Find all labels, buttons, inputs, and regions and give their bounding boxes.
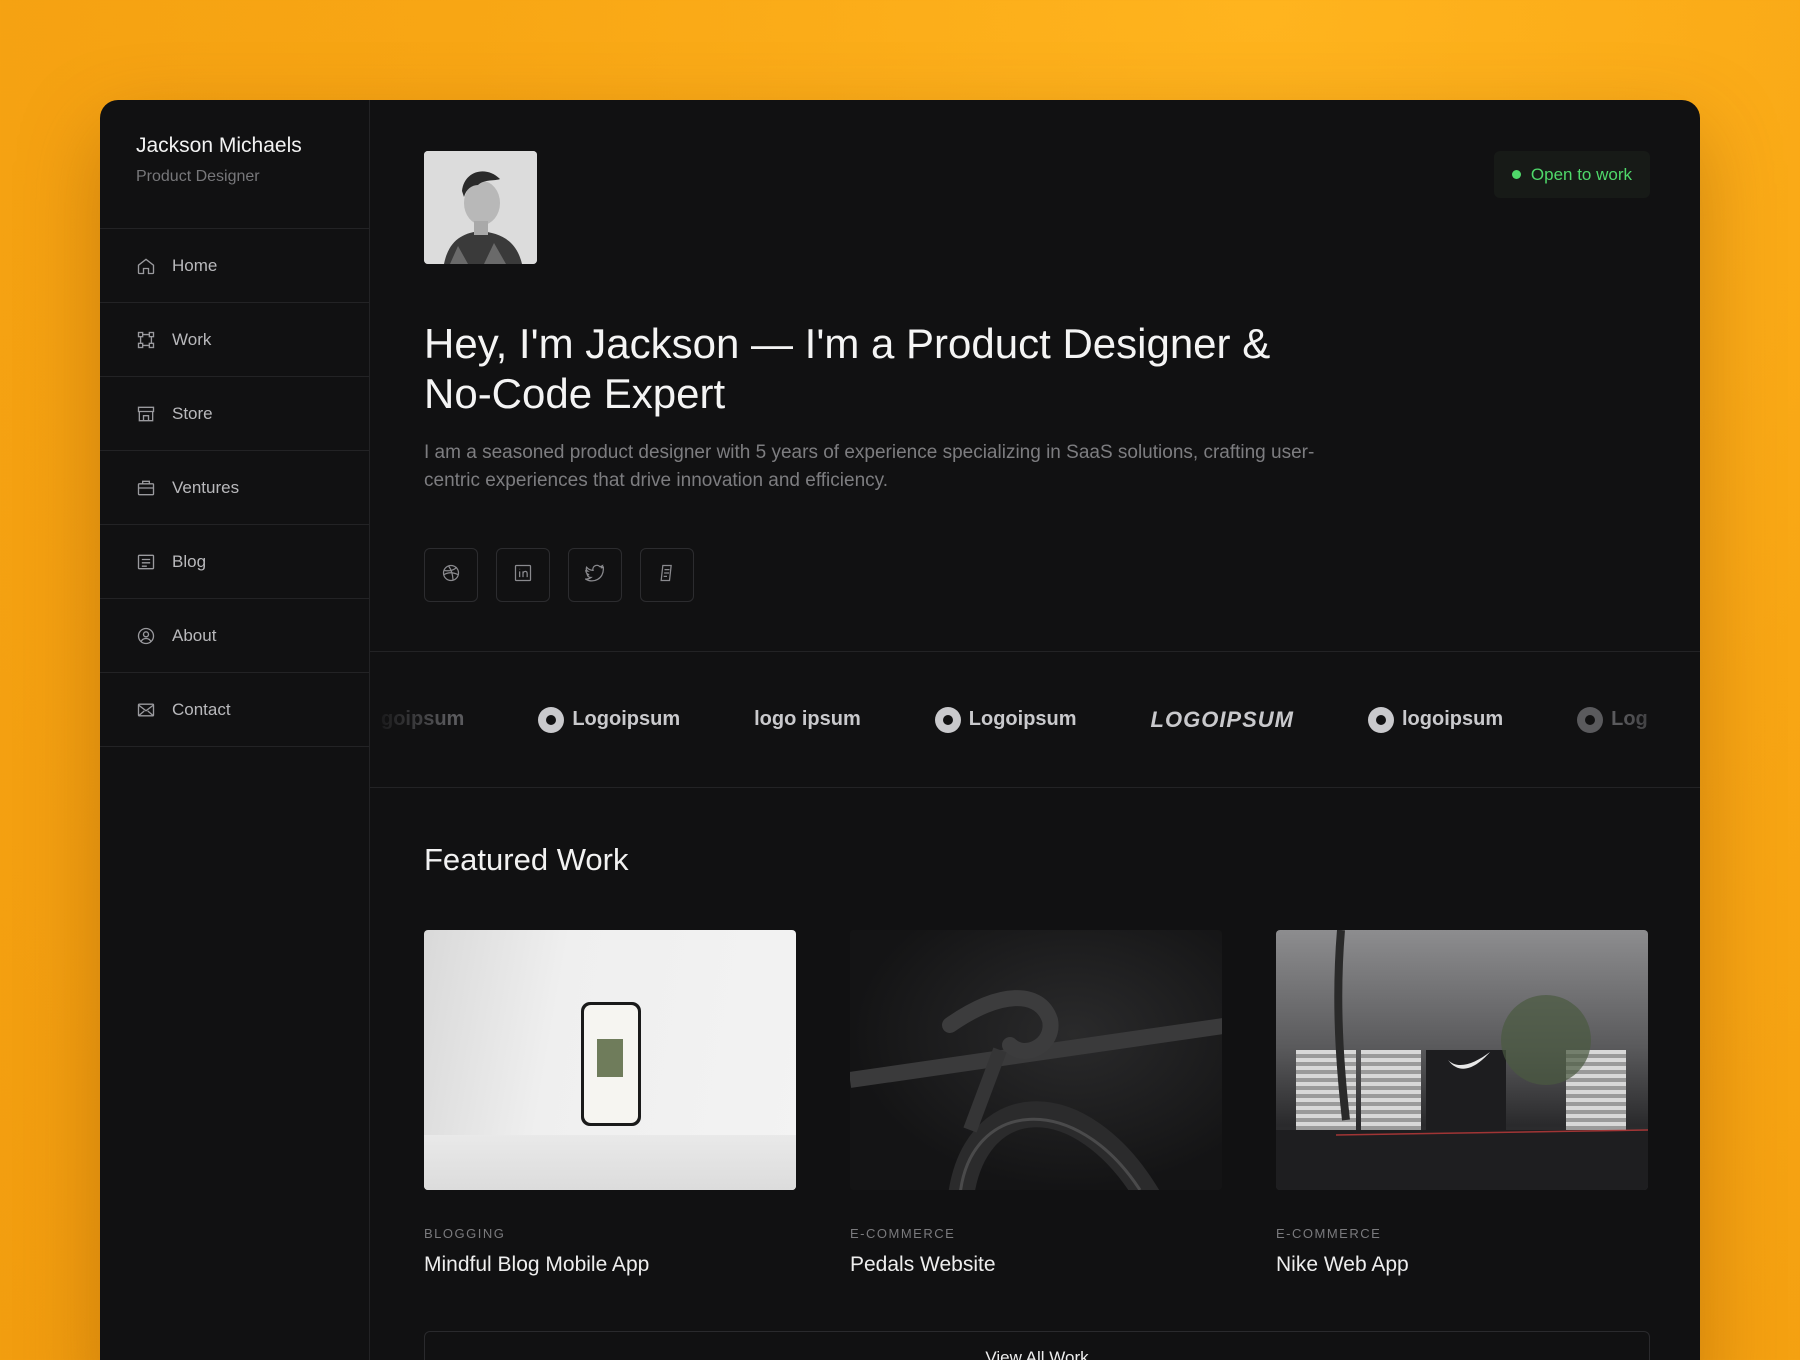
store-icon — [136, 404, 156, 424]
storefront-image — [1276, 930, 1648, 1190]
logo-mark-icon — [1577, 706, 1604, 733]
status-badge: Open to work — [1493, 151, 1650, 198]
client-logo: logo ipsum — [754, 708, 861, 730]
intro-text: I am a seasoned product designer with 5 … — [424, 442, 1315, 491]
sidebar-item-label: Store — [172, 403, 213, 423]
hero-section: Open to work Hey, I'm Jackson — I'm a Pr… — [370, 100, 1700, 652]
featured-work-section: Featured Work BLOGGING Mindful Blog Mobi… — [370, 788, 1700, 1277]
sidebar-item-label: Ventures — [172, 477, 240, 497]
social-links — [424, 548, 1650, 602]
phone-mockup — [581, 1002, 641, 1126]
sidebar-item-label: Work — [172, 329, 212, 349]
linkedin-icon — [513, 563, 533, 588]
client-logos: goipsum Logoipsum logo ipsum Logoipsum L… — [370, 652, 1700, 788]
home-icon — [136, 256, 156, 276]
blog-icon — [136, 552, 156, 572]
work-cards: BLOGGING Mindful Blog Mobile App E-COMME… — [424, 930, 1650, 1277]
status-text: Open to work — [1530, 164, 1632, 184]
briefcase-icon — [136, 478, 156, 498]
logo-strip: goipsum Logoipsum logo ipsum Logoipsum L… — [381, 706, 1700, 733]
bicycle-image — [850, 990, 1222, 1190]
client-logo: LOGOIPSUM — [1150, 706, 1294, 732]
view-all-work-button[interactable]: View All Work — [424, 1331, 1650, 1360]
sidebar-item-label: Blog — [172, 551, 207, 571]
read-cv-icon — [657, 563, 677, 588]
client-logo: Log — [1577, 706, 1648, 733]
sidebar-item-about[interactable]: About — [100, 599, 369, 673]
sidebar: Jackson Michaels Product Designer Home W… — [100, 100, 370, 1360]
twitter-link[interactable] — [568, 548, 622, 602]
portfolio-window: Jackson Michaels Product Designer Home W… — [100, 100, 1700, 1360]
sidebar-item-home[interactable]: Home — [100, 229, 369, 303]
main-content: Open to work Hey, I'm Jackson — I'm a Pr… — [370, 100, 1700, 1360]
sidebar-item-ventures[interactable]: Ventures — [100, 451, 369, 525]
work-category: BLOGGING — [424, 1226, 506, 1241]
client-logo: Logoipsum — [934, 706, 1077, 733]
section-title: Featured Work — [424, 842, 629, 877]
linkedin-link[interactable] — [496, 548, 550, 602]
sidebar-item-label: About — [172, 625, 217, 645]
status-dot-icon — [1511, 170, 1521, 179]
twitter-icon — [583, 563, 605, 588]
client-logo: goipsum — [381, 708, 465, 730]
work-card-nike[interactable]: E-COMMERCE Nike Web App — [1276, 930, 1648, 1277]
sidebar-item-blog[interactable]: Blog — [100, 525, 369, 599]
dribbble-link[interactable] — [424, 548, 478, 602]
work-title: Nike Web App — [1276, 1253, 1409, 1276]
sidebar-item-store[interactable]: Store — [100, 377, 369, 451]
avatar — [424, 151, 537, 264]
sidebar-item-work[interactable]: Work — [100, 303, 369, 377]
work-thumbnail — [850, 930, 1222, 1190]
brand-role: Product Designer — [136, 168, 260, 185]
sidebar-item-label: Contact — [172, 699, 231, 719]
brand: Jackson Michaels Product Designer — [100, 100, 369, 229]
work-category: E-COMMERCE — [1276, 1226, 1382, 1241]
brand-name: Jackson Michaels — [136, 134, 302, 157]
work-title: Mindful Blog Mobile App — [424, 1253, 650, 1276]
dribbble-icon — [441, 563, 461, 588]
work-title: Pedals Website — [850, 1253, 996, 1276]
work-icon — [136, 330, 156, 350]
mail-icon — [136, 700, 156, 720]
client-logo: Logoipsum — [538, 706, 680, 733]
work-thumbnail — [1276, 930, 1648, 1190]
logo-mark-icon — [1368, 706, 1394, 733]
logo-mark-icon — [934, 706, 961, 733]
work-thumbnail — [424, 930, 796, 1190]
logo-mark-icon — [538, 706, 565, 733]
sidebar-item-contact[interactable]: Contact — [100, 673, 369, 747]
read-cv-link[interactable] — [640, 548, 694, 602]
work-card-mindful-blog[interactable]: BLOGGING Mindful Blog Mobile App — [424, 930, 796, 1277]
page-title: Hey, I'm Jackson — I'm a Product Designe… — [424, 320, 1271, 417]
work-card-pedals[interactable]: E-COMMERCE Pedals Website — [850, 930, 1222, 1277]
sidebar-item-label: Home — [172, 255, 218, 275]
work-category: E-COMMERCE — [850, 1226, 956, 1241]
user-circle-icon — [136, 626, 156, 646]
client-logo: logoipsum — [1368, 706, 1503, 733]
